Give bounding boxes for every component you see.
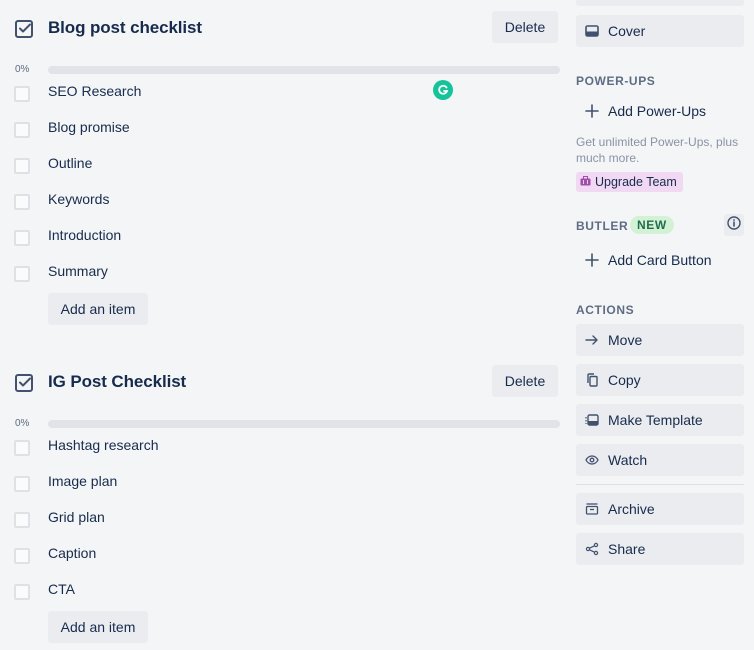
item-checkbox[interactable] xyxy=(14,440,30,456)
checklist-progress: 0% xyxy=(0,405,562,429)
item-checkbox[interactable] xyxy=(14,512,30,528)
item-checkbox[interactable] xyxy=(14,230,30,246)
info-icon xyxy=(727,215,741,235)
archive-icon xyxy=(584,501,600,517)
watch-label: Watch xyxy=(608,452,648,468)
item-text[interactable]: Hashtag research xyxy=(48,437,159,453)
item-checkbox[interactable] xyxy=(14,194,30,210)
checklist-item[interactable]: Keywords xyxy=(0,187,562,223)
upgrade-team-button[interactable]: Upgrade Team xyxy=(576,172,683,192)
make-template-button[interactable]: Make Template xyxy=(576,404,744,436)
actions-divider xyxy=(576,484,744,485)
item-text[interactable]: Image plan xyxy=(48,473,117,489)
plus-icon xyxy=(584,252,600,268)
sidebar-button-partial[interactable] xyxy=(576,0,744,6)
progress-bar xyxy=(48,66,560,74)
new-badge: NEW xyxy=(630,216,674,234)
grammarly-icon[interactable] xyxy=(433,80,453,100)
watch-button[interactable]: Watch xyxy=(576,444,744,476)
item-text[interactable]: Caption xyxy=(48,545,96,561)
upgrade-team-label: Upgrade Team xyxy=(595,175,677,189)
item-checkbox[interactable] xyxy=(14,86,30,102)
power-ups-heading: POWER-UPS xyxy=(576,74,656,88)
checklist-item[interactable]: Caption xyxy=(0,541,562,577)
checklist-item[interactable]: CTA xyxy=(0,577,562,613)
item-checkbox[interactable] xyxy=(14,122,30,138)
share-label: Share xyxy=(608,541,646,557)
arrow-right-icon xyxy=(584,332,600,348)
checklist-icon xyxy=(14,373,34,393)
checklist-item[interactable]: Introduction xyxy=(0,223,562,259)
checklists-column: Blog post checklist Delete 0% SEO Resear… xyxy=(0,0,562,650)
checklist-item[interactable]: SEO Research xyxy=(0,79,562,115)
item-text[interactable]: SEO Research xyxy=(48,83,141,99)
checklist-items: Hashtag research Image plan Grid plan Ca… xyxy=(0,433,562,613)
checklist-items: SEO Research Blog promise Outline Keywor… xyxy=(0,79,562,295)
move-button[interactable]: Move xyxy=(576,324,744,356)
checklist-item[interactable]: Grid plan xyxy=(0,505,562,541)
actions-heading: ACTIONS xyxy=(576,303,635,317)
make-template-label: Make Template xyxy=(608,412,703,428)
checklist-title[interactable]: Blog post checklist xyxy=(48,18,202,38)
copy-button[interactable]: Copy xyxy=(576,364,744,396)
add-power-ups-label: Add Power-Ups xyxy=(608,103,707,119)
card-sidebar: Cover POWER-UPS Add Power-Ups Get unlimi… xyxy=(576,0,754,650)
butler-heading: BUTLER xyxy=(576,219,629,233)
checklist-header: IG Post Checklist Delete xyxy=(0,365,562,397)
cover-button[interactable]: Cover xyxy=(576,15,744,47)
item-checkbox[interactable] xyxy=(14,584,30,600)
checklist-item[interactable]: Image plan xyxy=(0,469,562,505)
template-icon xyxy=(584,412,600,428)
add-power-ups-button[interactable]: Add Power-Ups xyxy=(576,95,744,127)
item-checkbox[interactable] xyxy=(14,548,30,564)
checklist-icon xyxy=(14,19,34,39)
plus-icon xyxy=(584,103,600,119)
item-checkbox[interactable] xyxy=(14,158,30,174)
archive-label: Archive xyxy=(608,501,655,517)
butler-info-button[interactable] xyxy=(724,214,744,236)
progress-bar xyxy=(48,420,560,428)
item-checkbox[interactable] xyxy=(14,476,30,492)
delete-checklist-button[interactable]: Delete xyxy=(492,365,558,397)
add-card-button-label: Add Card Button xyxy=(608,252,712,268)
checklist-progress: 0% xyxy=(0,51,562,75)
cover-label: Cover xyxy=(608,23,646,39)
share-button[interactable]: Share xyxy=(576,533,744,565)
checklist-header: Blog post checklist Delete xyxy=(0,11,562,43)
add-item-button[interactable]: Add an item xyxy=(48,611,148,643)
briefcase-icon xyxy=(580,173,591,191)
checklist-item[interactable]: Outline xyxy=(0,151,562,187)
item-text[interactable]: Blog promise xyxy=(48,119,130,135)
checklist-item[interactable]: Summary xyxy=(0,259,562,295)
cover-icon xyxy=(584,23,600,39)
item-text[interactable]: CTA xyxy=(48,581,75,597)
item-text[interactable]: Introduction xyxy=(48,227,121,243)
item-text[interactable]: Outline xyxy=(48,155,92,171)
power-ups-note: Get unlimited Power-Ups, plus much more. xyxy=(576,135,739,165)
share-icon xyxy=(584,541,600,557)
archive-button[interactable]: Archive xyxy=(576,493,744,525)
progress-percent: 0% xyxy=(15,418,30,429)
item-text[interactable]: Summary xyxy=(48,263,108,279)
copy-label: Copy xyxy=(608,372,641,388)
item-text[interactable]: Grid plan xyxy=(48,509,105,525)
move-label: Move xyxy=(608,332,643,348)
item-checkbox[interactable] xyxy=(14,266,30,282)
item-text[interactable]: Keywords xyxy=(48,191,109,207)
add-item-button[interactable]: Add an item xyxy=(48,293,148,325)
checklist-item[interactable]: Blog promise xyxy=(0,115,562,151)
checklist-title[interactable]: IG Post Checklist xyxy=(48,372,186,392)
delete-checklist-button[interactable]: Delete xyxy=(492,11,558,43)
progress-percent: 0% xyxy=(15,64,30,75)
copy-icon xyxy=(584,372,600,388)
add-card-button-button[interactable]: Add Card Button xyxy=(576,244,744,276)
checklist-item[interactable]: Hashtag research xyxy=(0,433,562,469)
eye-icon xyxy=(584,452,600,468)
